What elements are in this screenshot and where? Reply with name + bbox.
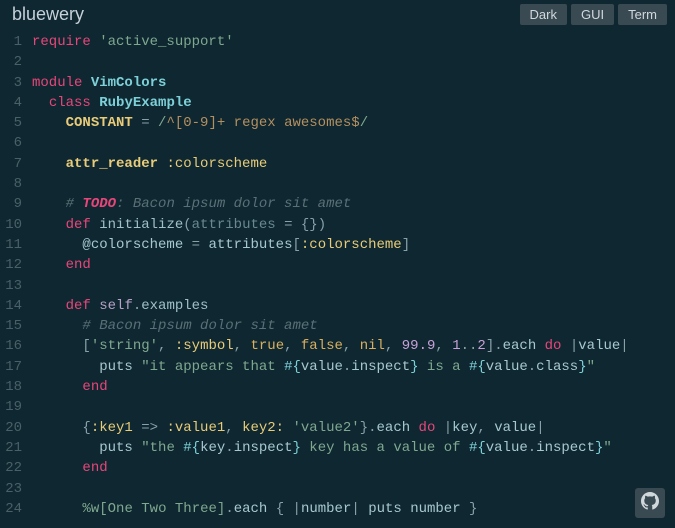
line-number: 7 — [0, 154, 32, 174]
line-number: 12 — [0, 255, 32, 275]
code-line: 16 ['string', :symbol, true, false, nil,… — [0, 336, 675, 356]
code-line: 9 # TODO: Bacon ipsum dolor sit amet — [0, 194, 675, 214]
code-line: 17 puts "it appears that #{value.inspect… — [0, 357, 675, 377]
line-number: 22 — [0, 458, 32, 478]
line-number: 2 — [0, 52, 32, 72]
line-number: 21 — [0, 438, 32, 458]
code-line: 21 puts "the #{key.inspect} key has a va… — [0, 438, 675, 458]
line-number: 13 — [0, 276, 32, 296]
line-number: 15 — [0, 316, 32, 336]
gui-button[interactable]: GUI — [571, 4, 614, 25]
code-line: 12 end — [0, 255, 675, 275]
line-number: 23 — [0, 479, 32, 499]
code-line: 22 end — [0, 458, 675, 478]
line-number: 14 — [0, 296, 32, 316]
line-number: 9 — [0, 194, 32, 214]
line-number: 17 — [0, 357, 32, 377]
code-line: 4 class RubyExample — [0, 93, 675, 113]
code-line: 6 — [0, 133, 675, 153]
code-line: 2 — [0, 52, 675, 72]
line-number: 4 — [0, 93, 32, 113]
code-line: 11 @colorscheme = attributes[:colorschem… — [0, 235, 675, 255]
code-line: 18 end — [0, 377, 675, 397]
code-line: 13 — [0, 276, 675, 296]
button-group: Dark GUI Term — [520, 4, 667, 25]
code-line: 8 — [0, 174, 675, 194]
code-line: 20 {:key1 => :value1, key2: 'value2'}.ea… — [0, 418, 675, 438]
dark-button[interactable]: Dark — [520, 4, 567, 25]
line-number: 6 — [0, 133, 32, 153]
line-number: 8 — [0, 174, 32, 194]
line-number: 10 — [0, 215, 32, 235]
page-title: bluewery — [12, 4, 84, 25]
code-line: 10 def initialize(attributes = {}) — [0, 215, 675, 235]
code-line: 14 def self.examples — [0, 296, 675, 316]
line-number: 11 — [0, 235, 32, 255]
line-number: 24 — [0, 499, 32, 519]
line-number: 16 — [0, 336, 32, 356]
term-button[interactable]: Term — [618, 4, 667, 25]
header: bluewery Dark GUI Term — [0, 0, 675, 28]
code-editor[interactable]: 1require 'active_support' 2 3module VimC… — [0, 28, 675, 523]
line-number: 5 — [0, 113, 32, 133]
line-number: 1 — [0, 32, 32, 52]
line-number: 19 — [0, 397, 32, 417]
code-line: 19 — [0, 397, 675, 417]
code-line: 7 attr_reader :colorscheme — [0, 154, 675, 174]
line-number: 20 — [0, 418, 32, 438]
code-line: 15 # Bacon ipsum dolor sit amet — [0, 316, 675, 336]
github-icon — [641, 492, 659, 515]
code-line: 24 %w[One Two Three].each { |number| put… — [0, 499, 675, 519]
code-line: 3module VimColors — [0, 73, 675, 93]
line-number: 3 — [0, 73, 32, 93]
github-link[interactable] — [635, 488, 665, 518]
code-line: 5 CONSTANT = /^[0-9]+ regex awesomes$/ — [0, 113, 675, 133]
code-line: 23 — [0, 479, 675, 499]
line-number: 18 — [0, 377, 32, 397]
code-line: 1require 'active_support' — [0, 32, 675, 52]
